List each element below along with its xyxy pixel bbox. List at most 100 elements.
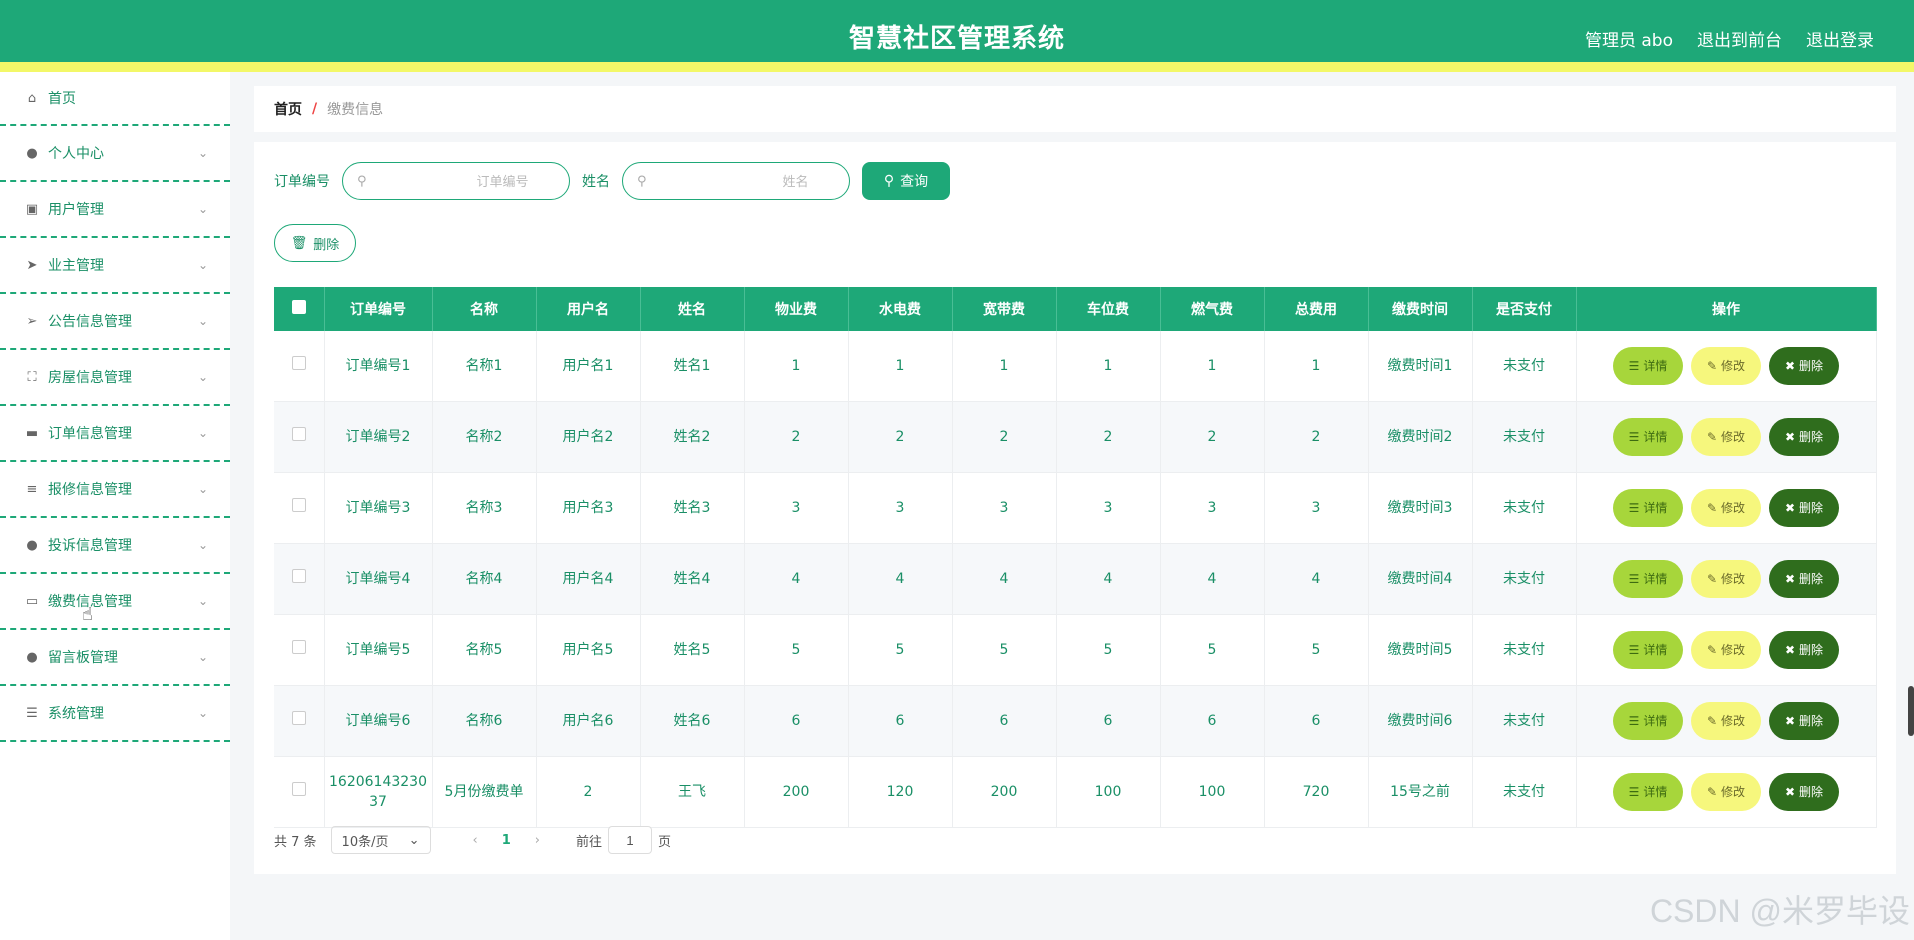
chevron-down-icon: ⌄ [197, 706, 208, 720]
row-checkbox[interactable] [291, 498, 306, 512]
table-cell: 姓名2 [640, 401, 745, 473]
order-no-search-box[interactable]: ⚲ [342, 162, 570, 200]
logout-link[interactable]: 退出登录 [1806, 26, 1874, 51]
sidebar-item[interactable]: ➤ 业主管理 ⌄ [0, 238, 230, 294]
row-checkbox[interactable] [291, 640, 306, 654]
table-cell: 5 [1160, 614, 1265, 686]
sidebar-item[interactable]: ● 留言板管理 ⌄ [0, 630, 230, 686]
sidebar-item[interactable]: ● 个人中心 ⌄ [0, 126, 230, 182]
column-header: 宽带费 [952, 287, 1057, 331]
scrollbar[interactable] [1908, 686, 1914, 736]
table-cell: 720 [1264, 756, 1369, 828]
order-no-input[interactable] [366, 172, 531, 190]
table-cell: 用户名4 [536, 543, 641, 615]
detail-button[interactable]: ☰ 详情 [1613, 347, 1683, 385]
column-header: 物业费 [744, 287, 849, 331]
delete-button[interactable]: ✖ 删除 [1769, 418, 1839, 456]
watermark: CSDN @米罗毕设 [1649, 893, 1910, 929]
delete-button[interactable]: ✖ 删除 [1769, 773, 1839, 811]
edit-button[interactable]: ✎ 修改 [1691, 773, 1761, 811]
sidebar-item[interactable]: ➢ 公告信息管理 ⌄ [0, 294, 230, 350]
table-cell: 6 [1056, 685, 1161, 757]
delete-button[interactable]: ✖ 删除 [1769, 489, 1839, 527]
app-header: 智慧社区管理系统 管理员 abo 退出到前台 退出登录 [0, 0, 1914, 72]
edit-button[interactable]: ✎ 修改 [1691, 489, 1761, 527]
ticket-icon: ▬ [25, 425, 39, 441]
edit-button-label: 修改 [1721, 572, 1746, 586]
edit-button[interactable]: ✎ 修改 [1691, 560, 1761, 598]
table-cell: 订单编号3 [324, 472, 433, 544]
file-icon: ☰ [1628, 430, 1640, 444]
sidebar-item[interactable]: ⛶ 房屋信息管理 ⌄ [0, 350, 230, 406]
detail-button[interactable]: ☰ 详情 [1613, 560, 1683, 598]
sidebar-item[interactable]: ≡ 报修信息管理 ⌄ [0, 462, 230, 518]
edit-button[interactable]: ✎ 修改 [1691, 347, 1761, 385]
batch-delete-button[interactable]: 🗑 删除 [274, 224, 356, 262]
hand-cursor-icon: ☝ [82, 604, 93, 625]
table-cell: 2 [1160, 401, 1265, 473]
chevron-down-icon: ⌄ [197, 146, 208, 160]
table-cell: 订单编号6 [324, 685, 433, 757]
goto-page-input[interactable] [608, 826, 653, 854]
chevron-down-icon: ⌄ [408, 832, 420, 848]
delete-button[interactable]: ✖ 删除 [1769, 631, 1839, 669]
home-icon: ⌂ [27, 90, 37, 106]
sidebar-item-label: 投诉信息管理 [48, 538, 132, 554]
order-no-label: 订单编号 [274, 174, 330, 190]
to-front-link[interactable]: 退出到前台 [1697, 26, 1782, 51]
table-cell: 3 [1056, 472, 1161, 544]
edit-button-label: 修改 [1721, 785, 1746, 799]
delete-button[interactable]: ✖ 删除 [1769, 702, 1839, 740]
sidebar-item[interactable]: ● 投诉信息管理 ⌄ [0, 518, 230, 574]
breadcrumb-home[interactable]: 首页 [274, 99, 302, 119]
table-row: 订单编号3 名称3 用户名3 姓名3 3 3 3 3 3 3 缴费时间3 未支付 ☰ 详情 ✎ 修改 ✖ 删除 [274, 472, 1877, 544]
row-checkbox[interactable] [291, 569, 306, 583]
pencil-icon: ✎ [1706, 430, 1718, 444]
table-cell: 2 [744, 401, 849, 473]
sidebar-item[interactable]: ☰ 系统管理 ⌄ [0, 686, 230, 742]
name-input[interactable] [646, 172, 811, 190]
row-checkbox[interactable] [291, 782, 306, 796]
row-checkbox[interactable] [291, 427, 306, 441]
prev-page-icon[interactable]: ‹ [473, 833, 478, 848]
query-button[interactable]: ⚲ 查询 [862, 162, 950, 200]
sidebar-item[interactable]: ▣ 用户管理 ⌄ [0, 182, 230, 238]
detail-button-label: 详情 [1643, 430, 1668, 444]
name-search-box[interactable]: ⚲ [622, 162, 850, 200]
table-cell: 3 [744, 472, 849, 544]
page-size-select[interactable]: 10条/页 ⌄ [330, 826, 431, 854]
detail-button[interactable]: ☰ 详情 [1613, 631, 1683, 669]
bulb-icon: ● [26, 537, 38, 553]
edit-button[interactable]: ✎ 修改 [1691, 631, 1761, 669]
sidebar-item[interactable]: ⌂ 首页 [0, 72, 230, 126]
edit-button-label: 修改 [1721, 714, 1746, 728]
table-cell: 未支付 [1472, 685, 1577, 757]
next-page-icon[interactable]: › [535, 833, 540, 848]
sidebar-item[interactable]: ▭ 缴费信息管理 ⌄ [0, 574, 230, 630]
delete-button-label: 删除 [1799, 501, 1824, 515]
delete-button[interactable]: ✖ 删除 [1769, 347, 1839, 385]
column-header: 订单编号 [324, 287, 433, 331]
table-cell: 200 [952, 756, 1057, 828]
table-cell: 姓名5 [640, 614, 745, 686]
edit-button[interactable]: ✎ 修改 [1691, 418, 1761, 456]
sidebar-item[interactable]: ▬ 订单信息管理 ⌄ [0, 406, 230, 462]
breadcrumb: 首页 / 缴费信息 [254, 86, 1896, 132]
delete-button[interactable]: ✖ 删除 [1769, 560, 1839, 598]
detail-button[interactable]: ☰ 详情 [1613, 418, 1683, 456]
trash-icon: ✖ [1784, 430, 1796, 444]
row-checkbox[interactable] [291, 711, 306, 725]
file-icon: ☰ [1628, 501, 1640, 515]
chevron-down-icon: ⌄ [197, 202, 208, 216]
page-number[interactable]: 1 [502, 833, 511, 848]
table-cell: 名称4 [432, 543, 537, 615]
detail-button[interactable]: ☰ 详情 [1613, 702, 1683, 740]
row-checkbox[interactable] [291, 356, 306, 370]
table-cell: 名称5 [432, 614, 537, 686]
detail-button[interactable]: ☰ 详情 [1613, 489, 1683, 527]
detail-button[interactable]: ☰ 详情 [1613, 773, 1683, 811]
pencil-icon: ✎ [1706, 359, 1718, 373]
edit-button[interactable]: ✎ 修改 [1691, 702, 1761, 740]
select-all-checkbox[interactable] [291, 300, 306, 314]
trash-icon: ✖ [1784, 785, 1796, 799]
